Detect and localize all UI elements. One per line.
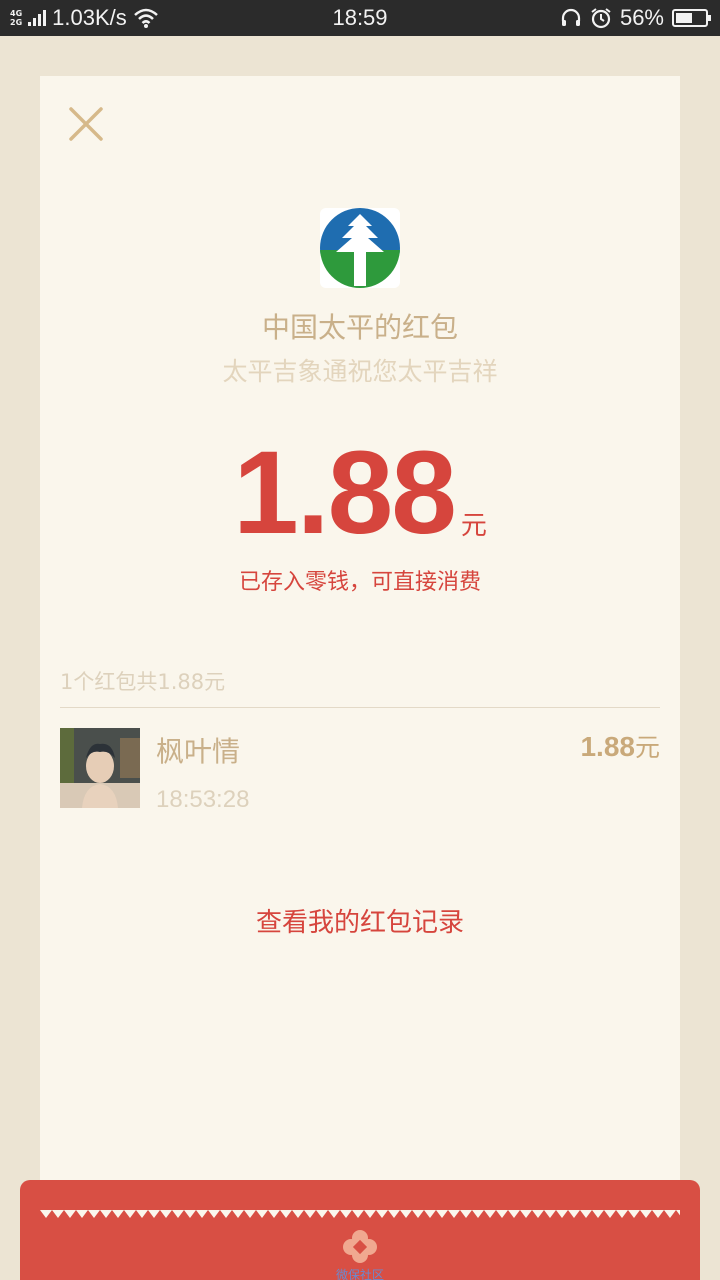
- amount-display: 1.88 元: [40, 434, 680, 552]
- flower-icon[interactable]: [340, 1228, 380, 1264]
- record-amount: 1.88 元: [580, 728, 660, 764]
- divider: [60, 707, 660, 708]
- battery-level: [676, 13, 692, 23]
- status-right: 56%: [560, 0, 711, 36]
- battery-percent: 56%: [619, 5, 664, 30]
- blessing-message: 太平吉象通祝您太平吉祥: [222, 357, 498, 386]
- china-taiping-logo: [320, 208, 400, 288]
- list-item[interactable]: 枫叶情 18:53:28 1.88 元: [60, 728, 660, 813]
- received-amount: 1.88: [233, 427, 457, 559]
- record-time: 18:53:28: [156, 786, 250, 813]
- avatar-image: [60, 728, 140, 808]
- view-my-red-packet-history-link[interactable]: 查看我的红包记录: [40, 902, 680, 939]
- record-name: 枫叶情: [156, 735, 241, 768]
- sender-title: 中国太平的红包: [261, 311, 458, 344]
- avatar[interactable]: [60, 728, 140, 808]
- amount-unit: 元: [460, 511, 487, 541]
- status-bar: 4G 2G 1.03K/s 18:59 56%: [0, 0, 720, 36]
- alarm-icon: [591, 8, 611, 29]
- packet-summary: 1个红包共1.88元: [60, 670, 226, 694]
- record-amount-value: 1.88: [580, 731, 635, 762]
- record-amount-unit: 元: [634, 733, 660, 762]
- battery-icon: [672, 9, 711, 27]
- headset-icon: [561, 8, 581, 26]
- stored-to-wallet-link[interactable]: 已存入零钱，可直接消费: [40, 564, 680, 596]
- bottom-label[interactable]: 微保社区: [300, 1266, 420, 1280]
- close-icon[interactable]: [66, 104, 106, 144]
- red-packet-detail-card: 中国太平的红包 太平吉象通祝您太平吉祥 1.88 元 已存入零钱，可直接消费 1…: [40, 76, 680, 1216]
- card-zigzag-edge: [40, 1210, 680, 1218]
